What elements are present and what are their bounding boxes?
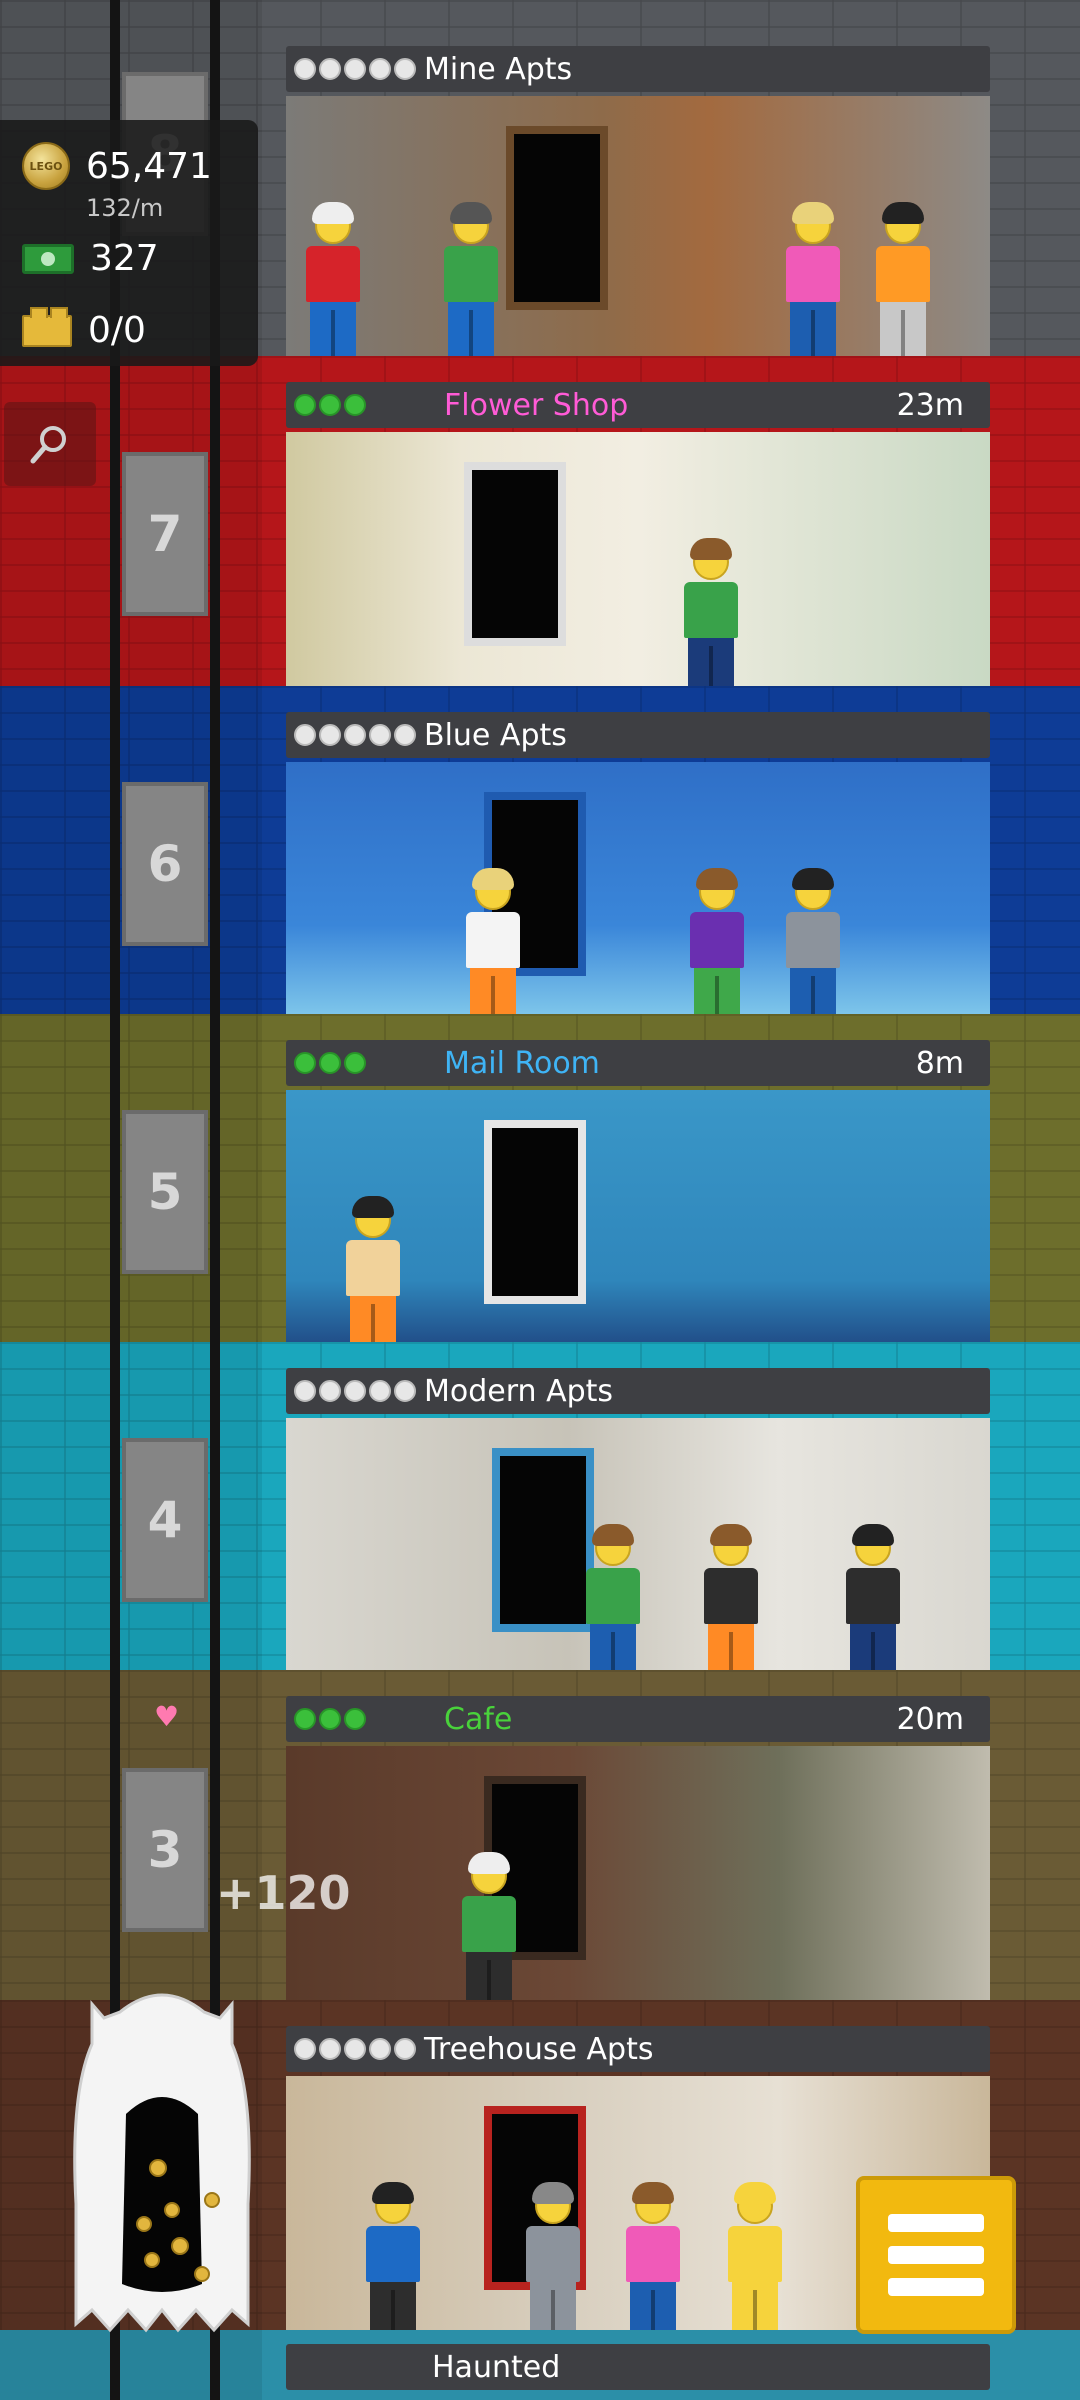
room[interactable]: Mine Apts bbox=[264, 34, 1020, 356]
room-name: Treehouse Apts bbox=[424, 2031, 654, 2067]
room-label-bar: Cafe 20m bbox=[286, 1696, 990, 1742]
brick-icon bbox=[22, 306, 72, 347]
room-name: Mail Room bbox=[444, 1045, 600, 1081]
bricks-count: 0/0 bbox=[88, 310, 146, 351]
rating-studs bbox=[294, 2038, 416, 2060]
room-label-bar: Mine Apts bbox=[286, 46, 990, 92]
heart-icon: ♥ bbox=[154, 1700, 180, 1733]
room-name: Modern Apts bbox=[424, 1373, 614, 1409]
minifig[interactable] bbox=[626, 2182, 680, 2330]
minifig[interactable] bbox=[704, 1524, 758, 1670]
coin-popup: +120 bbox=[216, 1866, 351, 1920]
room-timer: 8m bbox=[915, 1045, 964, 1081]
room[interactable]: Blue Apts bbox=[264, 700, 1020, 1014]
floor-number: 4 bbox=[122, 1438, 208, 1602]
menu-button[interactable] bbox=[856, 2176, 1016, 2334]
bricks-row: 0/0 bbox=[22, 306, 146, 351]
cash-icon bbox=[22, 243, 74, 274]
minifig[interactable] bbox=[466, 868, 520, 1014]
search-icon bbox=[30, 426, 66, 464]
room-scene bbox=[286, 1746, 990, 2000]
minifig[interactable] bbox=[306, 202, 360, 356]
menu-icon-bar bbox=[888, 2214, 984, 2232]
room-name: Blue Apts bbox=[424, 717, 567, 753]
doorway bbox=[506, 126, 608, 310]
menu-icon-bar bbox=[888, 2278, 984, 2296]
minifig[interactable] bbox=[846, 1524, 900, 1670]
room-scene bbox=[286, 762, 990, 1014]
menu-icon-bar bbox=[888, 2246, 984, 2264]
room-name: Flower Shop bbox=[444, 387, 629, 423]
room-label-bar: Blue Apts bbox=[286, 712, 990, 758]
room-scene bbox=[286, 1090, 990, 1342]
rating-studs bbox=[294, 724, 416, 746]
room-name: Haunted bbox=[432, 2349, 561, 2385]
minifig[interactable] bbox=[786, 868, 840, 1014]
room[interactable]: Mail Room 8m bbox=[264, 1028, 1020, 1342]
coin-count: 65,471 bbox=[86, 145, 212, 187]
rating-studs bbox=[294, 1052, 366, 1074]
room-label-bar: Mail Room 8m bbox=[286, 1040, 990, 1086]
doorway bbox=[464, 462, 566, 646]
minifig[interactable] bbox=[876, 202, 930, 356]
minifig[interactable] bbox=[728, 2182, 782, 2330]
room-label-bar: Haunted bbox=[286, 2344, 990, 2390]
bucks-count: 327 bbox=[90, 238, 159, 279]
doorway bbox=[484, 1120, 586, 1304]
rating-studs bbox=[294, 1380, 416, 1402]
room[interactable]: Flower Shop 23m bbox=[264, 370, 1020, 686]
room-timer: 23m bbox=[896, 387, 964, 423]
room-scene bbox=[286, 432, 990, 686]
room[interactable]: Cafe 20m bbox=[264, 1684, 1020, 2000]
coin-rate: 132/m bbox=[86, 194, 164, 222]
room-timer: 20m bbox=[896, 1701, 964, 1737]
floor-number: 3 bbox=[122, 1768, 208, 1932]
rating-studs bbox=[294, 58, 416, 80]
room-label-bar: Treehouse Apts bbox=[286, 2026, 990, 2072]
ghost-icon[interactable] bbox=[62, 1984, 262, 2364]
room-scene bbox=[286, 1418, 990, 1670]
minifig[interactable] bbox=[690, 868, 744, 1014]
minifig[interactable] bbox=[684, 538, 738, 686]
doorway bbox=[492, 1448, 594, 1632]
rating-studs bbox=[294, 394, 366, 416]
floor-number: 6 bbox=[122, 782, 208, 946]
coin-row: LEGO 65,471 bbox=[22, 142, 212, 190]
room-scene bbox=[286, 96, 990, 356]
room[interactable]: Haunted bbox=[264, 2344, 1020, 2400]
bucks-row: 327 bbox=[22, 238, 159, 279]
floor-number: 5 bbox=[122, 1110, 208, 1274]
coin-icon: LEGO bbox=[22, 142, 70, 190]
room-label-bar: Modern Apts bbox=[286, 1368, 990, 1414]
resource-hud: LEGO 65,471 132/m 327 0/0 bbox=[0, 120, 258, 366]
minifig[interactable] bbox=[462, 1852, 516, 2000]
minifig[interactable] bbox=[366, 2182, 420, 2330]
minifig[interactable] bbox=[346, 1196, 400, 1342]
minifig[interactable] bbox=[786, 202, 840, 356]
floor-number: 7 bbox=[122, 452, 208, 616]
room-name: Cafe bbox=[444, 1701, 513, 1737]
minifig[interactable] bbox=[586, 1524, 640, 1670]
room-label-bar: Flower Shop 23m bbox=[286, 382, 990, 428]
search-button[interactable] bbox=[4, 402, 96, 486]
rating-studs bbox=[294, 1708, 366, 1730]
room[interactable]: Modern Apts bbox=[264, 1356, 1020, 1670]
minifig[interactable] bbox=[444, 202, 498, 356]
room-name: Mine Apts bbox=[424, 51, 573, 87]
minifig[interactable] bbox=[526, 2182, 580, 2330]
